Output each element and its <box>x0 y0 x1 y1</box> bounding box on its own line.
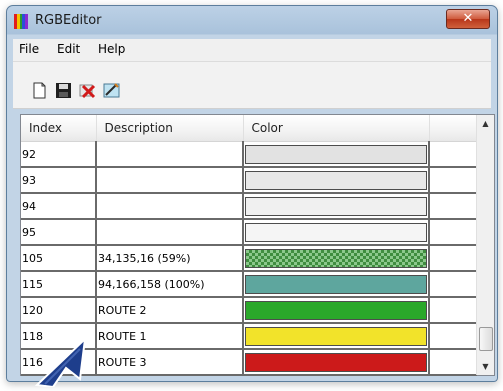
row-filler-cell <box>429 219 477 246</box>
row-description-cell[interactable] <box>96 141 244 168</box>
color-swatch[interactable] <box>245 326 427 346</box>
row-description-cell[interactable] <box>96 219 244 246</box>
row-color-cell[interactable] <box>243 219 430 246</box>
scroll-down-arrow-icon[interactable]: ▼ <box>477 358 494 375</box>
row-description-cell[interactable] <box>96 167 244 194</box>
close-button[interactable]: ✕ <box>446 9 490 29</box>
table-row[interactable]: 116 ROUTE 3 <box>21 349 477 376</box>
row-description-cell[interactable]: 94,166,158 (100%) <box>96 271 244 298</box>
color-swatch[interactable] <box>245 248 427 268</box>
save-icon[interactable] <box>55 82 72 99</box>
row-color-cell[interactable] <box>243 349 430 376</box>
row-index-cell[interactable]: 94 <box>21 193 97 220</box>
table-row[interactable]: 105 34,135,16 (59%) <box>21 245 477 272</box>
new-document-icon[interactable] <box>31 82 48 99</box>
table-row[interactable]: 115 94,166,158 (100%) <box>21 271 477 298</box>
column-header-description[interactable]: Description <box>96 115 244 142</box>
row-filler-cell <box>429 271 477 298</box>
row-description-cell[interactable]: ROUTE 3 <box>96 349 244 376</box>
table-row[interactable]: 94 <box>21 193 477 220</box>
row-index-cell[interactable]: 95 <box>21 219 97 246</box>
row-filler-cell <box>429 245 477 272</box>
color-swatch[interactable] <box>245 222 427 242</box>
table-row[interactable]: 93 <box>21 167 477 194</box>
scrollbar-thumb[interactable] <box>479 327 493 351</box>
table-row[interactable]: 120 ROUTE 2 <box>21 297 477 324</box>
row-color-cell[interactable] <box>243 245 430 272</box>
table-row[interactable]: 95 <box>21 219 477 246</box>
app-window: RGBEditor ✕ File Edit Help Index Descrip… <box>6 5 498 382</box>
scroll-up-arrow-icon[interactable]: ▲ <box>477 115 494 132</box>
color-swatch[interactable] <box>245 170 427 190</box>
row-index-cell[interactable]: 92 <box>21 141 97 168</box>
delete-icon[interactable] <box>79 82 96 99</box>
row-index-cell[interactable]: 115 <box>21 271 97 298</box>
app-icon-stripe <box>25 14 28 29</box>
row-color-cell[interactable] <box>243 297 430 324</box>
table-row[interactable]: 118 ROUTE 1 <box>21 323 477 350</box>
color-swatch[interactable] <box>245 300 427 320</box>
row-color-cell[interactable] <box>243 323 430 350</box>
row-index-cell[interactable]: 120 <box>21 297 97 324</box>
row-color-cell[interactable] <box>243 193 430 220</box>
row-filler-cell <box>429 323 477 350</box>
color-swatch[interactable] <box>245 196 427 216</box>
row-description-cell[interactable] <box>96 193 244 220</box>
row-index-cell[interactable]: 93 <box>21 167 97 194</box>
row-description-cell[interactable]: ROUTE 2 <box>96 297 244 324</box>
row-filler-cell <box>429 141 477 168</box>
table-row[interactable]: 92 <box>21 141 477 168</box>
column-header-index[interactable]: Index <box>21 115 97 142</box>
row-color-cell[interactable] <box>243 141 430 168</box>
row-filler-cell <box>429 193 477 220</box>
color-table: Index Description Color 92 93 94 95 105 34,13… <box>20 114 495 376</box>
row-description-cell[interactable]: ROUTE 1 <box>96 323 244 350</box>
row-filler-cell <box>429 297 477 324</box>
row-filler-cell <box>429 349 477 376</box>
menu-help[interactable]: Help <box>98 42 125 56</box>
color-swatch[interactable] <box>245 352 427 372</box>
edit-color-icon[interactable] <box>103 82 120 99</box>
color-swatch[interactable] <box>245 144 427 164</box>
title-bar[interactable]: RGBEditor ✕ <box>7 6 497 36</box>
mouse-pointer-icon <box>33 335 89 389</box>
row-color-cell[interactable] <box>243 271 430 298</box>
column-header-filler <box>429 115 478 142</box>
row-description-cell[interactable]: 34,135,16 (59%) <box>96 245 244 272</box>
row-color-cell[interactable] <box>243 167 430 194</box>
menu-file[interactable]: File <box>19 42 39 56</box>
menu-bar: File Edit Help <box>13 39 491 62</box>
menu-edit[interactable]: Edit <box>57 42 80 56</box>
color-swatch[interactable] <box>245 274 427 294</box>
toolbar <box>13 62 491 109</box>
row-index-cell[interactable]: 105 <box>21 245 97 272</box>
window-title: RGBEditor <box>35 13 102 28</box>
column-header-color[interactable]: Color <box>243 115 430 142</box>
row-filler-cell <box>429 167 477 194</box>
rgb-stripes-icon <box>14 14 28 29</box>
vertical-scrollbar[interactable]: ▲ ▼ <box>476 115 494 375</box>
